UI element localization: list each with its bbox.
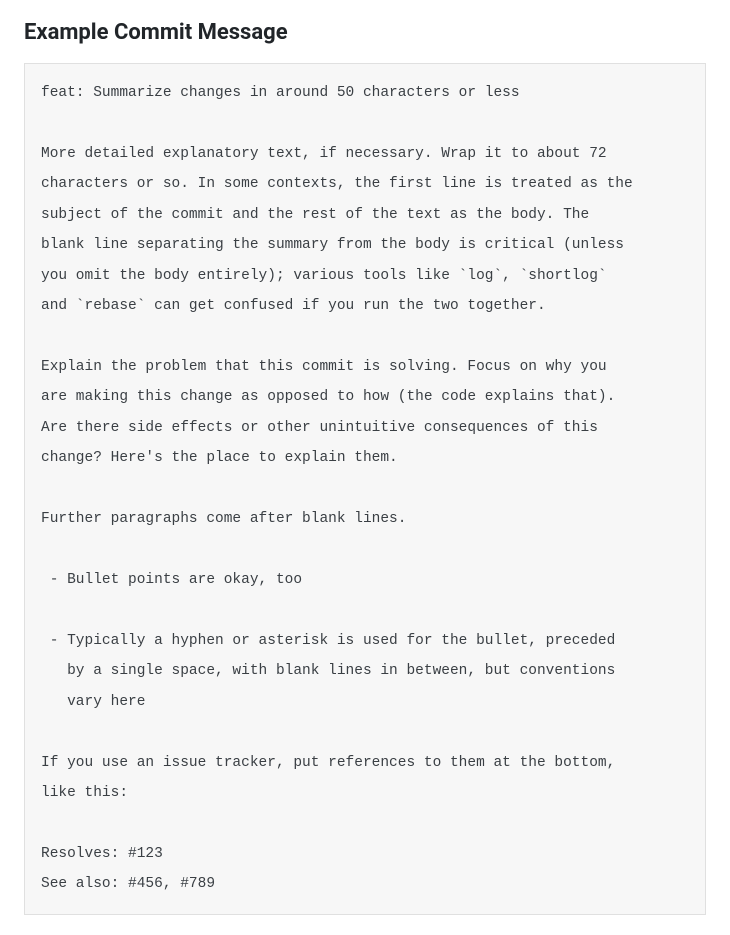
section-heading: Example Commit Message [24,20,706,45]
commit-message-block: feat: Summarize changes in around 50 cha… [24,63,706,915]
